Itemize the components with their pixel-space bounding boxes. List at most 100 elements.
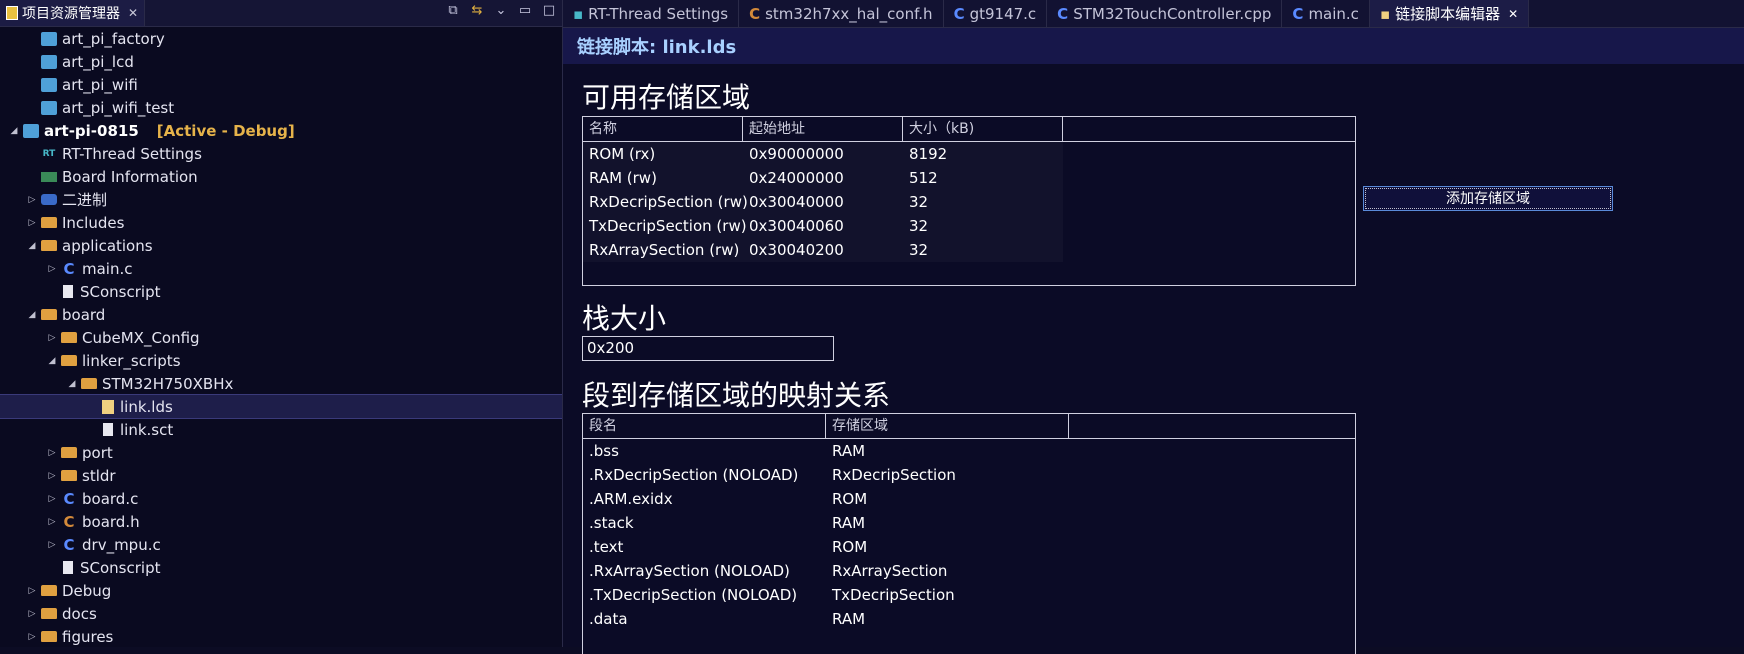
table-row[interactable]: RxDecripSection (rw) 0x30040000 32 <box>583 190 1063 214</box>
project-icon <box>41 54 57 69</box>
tree-item[interactable]: link.lds <box>0 394 562 419</box>
collapsed-icon[interactable]: ▷ <box>46 540 58 550</box>
expanded-icon[interactable]: ◢ <box>66 379 78 389</box>
tree-item[interactable]: ▷ CubeMX_Config <box>0 326 562 349</box>
table-cell: ROM <box>832 490 868 508</box>
editor-tab[interactable]: Cgt9147.c <box>944 0 1048 27</box>
table-row[interactable]: .ARM.exidx ROM <box>583 487 1355 511</box>
column-header[interactable]: 存储区域 <box>826 414 1069 438</box>
tree-item-label: SConscript <box>80 282 161 301</box>
editor-tab[interactable]: ▪ 链接脚本编辑器 ✕ <box>1369 0 1530 27</box>
editor-tab[interactable]: ▪ RT-Thread Settings <box>563 0 740 27</box>
table-row[interactable]: .bss RAM <box>583 439 1355 463</box>
tree-item[interactable]: SConscript <box>0 556 562 579</box>
tree-item[interactable]: link.sct <box>0 418 562 441</box>
table-row[interactable]: .RxArraySection (NOLOAD) RxArraySection <box>583 559 1355 583</box>
tree-item[interactable]: ▷ stldr <box>0 464 562 487</box>
tree-item[interactable]: ▷ figures <box>0 625 562 647</box>
collapsed-icon[interactable]: ▷ <box>46 264 58 274</box>
maximize-icon[interactable]: □ <box>542 4 556 18</box>
collapsed-icon[interactable]: ▷ <box>46 448 58 458</box>
tree-item-label: art_pi_lcd <box>62 52 134 71</box>
tree-item[interactable]: art_pi_factory <box>0 27 562 50</box>
expanded-icon[interactable]: ◢ <box>46 356 58 366</box>
tree-item[interactable]: ▷ Cmain.c <box>0 257 562 280</box>
tree-item[interactable]: art_pi_lcd <box>0 50 562 73</box>
tree-item[interactable]: ▷ Cboard.c <box>0 487 562 510</box>
tree-item[interactable]: ▷ Cboard.h <box>0 510 562 533</box>
collapsed-icon[interactable]: ▷ <box>26 218 38 228</box>
table-row[interactable]: .TxDecripSection (NOLOAD) TxDecripSection <box>583 583 1355 607</box>
table-row[interactable]: TxDecripSection (rw) 0x30040060 32 <box>583 214 1063 238</box>
collapsed-icon[interactable]: ▷ <box>26 195 38 205</box>
tree-item[interactable]: ▷ Debug <box>0 579 562 602</box>
project-tree: art_pi_factory art_pi_lcd art_pi_wifi art_p… <box>0 27 562 647</box>
table-cell: .bss <box>589 442 619 460</box>
tree-item[interactable]: SConscript <box>0 280 562 303</box>
view-menu-icon[interactable]: ⌄ <box>494 4 508 18</box>
expanded-icon[interactable]: ◢ <box>8 126 20 136</box>
close-icon[interactable]: ✕ <box>128 6 138 20</box>
tree-item-label: Includes <box>62 213 125 232</box>
collapsed-icon[interactable]: ▷ <box>46 494 58 504</box>
collapse-all-icon[interactable]: ⧉ <box>446 4 460 18</box>
link-with-editor-icon[interactable]: ⇆ <box>470 4 484 18</box>
tree-item[interactable]: ◢ art-pi-0815 [Active - Debug] <box>0 119 562 142</box>
tree-item[interactable]: art_pi_wifi <box>0 73 562 96</box>
tree-item[interactable]: ▷ port <box>0 441 562 464</box>
collapsed-icon[interactable]: ▷ <box>46 333 58 343</box>
tree-item[interactable]: ▷ Includes <box>0 211 562 234</box>
column-header[interactable]: 大小（kB) <box>903 117 1063 141</box>
tree-item-label: CubeMX_Config <box>82 328 200 347</box>
table-row[interactable]: ROM (rx) 0x90000000 8192 <box>583 142 1063 166</box>
memory-table-header: 名称 起始地址 大小（kB) <box>583 117 1355 142</box>
editor-tab-label: gt9147.c <box>969 4 1037 23</box>
expanded-icon[interactable]: ◢ <box>26 310 38 320</box>
tree-item[interactable]: art_pi_wifi_test <box>0 96 562 119</box>
column-header[interactable]: 起始地址 <box>743 117 903 141</box>
column-header[interactable]: 段名 <box>583 414 826 438</box>
expanded-icon[interactable]: ◢ <box>26 241 38 251</box>
explorer-tab[interactable]: 项目资源管理器 ✕ <box>0 0 146 26</box>
table-row[interactable]: RxArraySection (rw) 0x30040200 32 <box>583 238 1063 262</box>
explorer-icon <box>6 6 18 20</box>
tree-item[interactable]: ▷ docs <box>0 602 562 625</box>
tree-item[interactable]: RT RT-Thread Settings <box>0 142 562 165</box>
editor-tab[interactable]: Cstm32h7xx_hal_conf.h <box>739 0 944 27</box>
table-row[interactable]: .stack RAM <box>583 511 1355 535</box>
table-cell: 0x30040000 <box>749 193 844 211</box>
tree-item[interactable]: ◢ applications <box>0 234 562 257</box>
tree-item[interactable]: ◢ board <box>0 303 562 326</box>
collapsed-icon[interactable]: ▷ <box>26 609 38 619</box>
collapsed-icon[interactable]: ▷ <box>46 517 58 527</box>
editor-tab-label: RT-Thread Settings <box>588 4 729 23</box>
project-icon <box>41 100 57 115</box>
editor-tab[interactable]: C STM32TouchController.cpp <box>1047 0 1283 27</box>
table-row[interactable]: .text ROM <box>583 535 1355 559</box>
tree-item-label: SConscript <box>80 558 161 577</box>
minimize-icon[interactable]: ▭ <box>518 4 532 18</box>
table-row[interactable]: RAM (rw) 0x24000000 512 <box>583 166 1063 190</box>
column-header-filler <box>1063 117 1109 141</box>
collapsed-icon[interactable]: ▷ <box>26 632 38 642</box>
collapsed-icon[interactable]: ▷ <box>26 586 38 596</box>
folder-icon <box>41 585 57 596</box>
stack-size-input[interactable]: 0x200 <box>582 336 834 361</box>
table-cell: TxDecripSection (rw) <box>589 217 747 235</box>
close-icon[interactable]: ✕ <box>1508 7 1518 21</box>
tree-item[interactable]: Board Information <box>0 165 562 188</box>
editor-tab[interactable]: Cmain.c <box>1282 0 1370 27</box>
c-file-icon: C <box>63 259 75 278</box>
tree-item[interactable]: ◢ STM32H750XBHx <box>0 372 562 395</box>
tree-item[interactable]: ◢ linker_scripts <box>0 349 562 372</box>
tree-item[interactable]: ▷ 二进制 <box>0 188 562 211</box>
table-cell: 0x30040060 <box>749 217 844 235</box>
collapsed-icon[interactable]: ▷ <box>46 471 58 481</box>
table-row[interactable]: .data RAM <box>583 607 1355 631</box>
column-header[interactable]: 名称 <box>583 117 743 141</box>
project-icon <box>23 123 39 138</box>
tree-item[interactable]: ▷ Cdrv_mpu.c <box>0 533 562 556</box>
table-row[interactable]: .RxDecripSection (NOLOAD) RxDecripSection <box>583 463 1355 487</box>
rt-thread-icon: RT <box>42 148 56 159</box>
add-region-button[interactable]: 添加存储区域 <box>1363 186 1613 211</box>
